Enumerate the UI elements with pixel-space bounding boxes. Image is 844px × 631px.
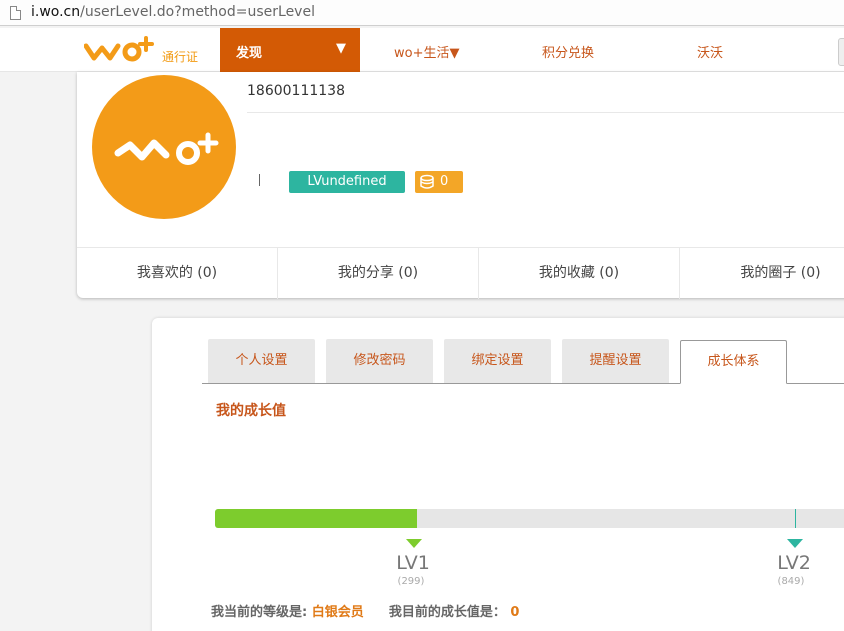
user-phone: 18600111138 (247, 83, 345, 99)
level-badge[interactable]: LVundefined (289, 171, 405, 193)
stat-favorites[interactable]: 我的收藏 (0) (479, 248, 680, 299)
wo-logo-icon (83, 36, 154, 62)
lv2-label: LV2 (777, 552, 811, 574)
profile-card: 18600111138 LVundefined 0 我喜欢的 (0) 我的分享 … (77, 72, 844, 299)
url-host: i.wo.cn (31, 4, 81, 20)
page-icon (10, 6, 21, 20)
tab-reminder-settings[interactable]: 提醒设置 (562, 339, 669, 383)
discover-menu-button[interactable]: 发现 ▼ (220, 28, 360, 72)
wo-logo[interactable]: 通行证 (83, 32, 204, 68)
separator (259, 174, 260, 186)
lv2-points: (849) (777, 576, 805, 587)
lv1-label: LV1 (396, 552, 430, 574)
address-bar[interactable]: i.wo.cn/userLevel.do?method=userLevel (0, 0, 844, 26)
stat-likes[interactable]: 我喜欢的 (0) (77, 248, 278, 299)
section-title: 我的成长值 (216, 403, 286, 419)
stat-shares[interactable]: 我的分享 (0) (278, 248, 479, 299)
lv1-marker-icon (406, 539, 422, 548)
stat-circles[interactable]: 我的圈子 (0) (680, 248, 844, 299)
nav-item-points-exchange[interactable]: 积分兑换 (542, 42, 594, 61)
lv1-points: (299) (397, 576, 425, 587)
growth-progress-fill (215, 509, 417, 528)
stats-bar: 我喜欢的 (0) 我的分享 (0) 我的收藏 (0) 我的圈子 (0) (77, 247, 844, 299)
url-text[interactable]: i.wo.cn/userLevel.do?method=userLevel (31, 4, 315, 20)
nav-item-wowo[interactable]: 沃沃 (697, 42, 723, 61)
tab-change-password[interactable]: 修改密码 (326, 339, 433, 383)
tab-binding-settings[interactable]: 绑定设置 (444, 339, 551, 383)
coin-badge[interactable]: 0 (415, 171, 463, 193)
discover-label: 发现 (236, 46, 263, 61)
tab-growth-system[interactable]: 成长体系 (680, 340, 787, 384)
current-value: 0 (510, 605, 520, 620)
chevron-down-icon: ▼ (336, 41, 346, 56)
coin-count: 0 (440, 174, 449, 189)
top-nav: 通行证 发现 ▼ wo+生活▼ 积分兑换 沃沃 (0, 28, 844, 72)
settings-panel: 个人设置 修改密码 绑定设置 提醒设置 成长体系 我的成长值 LV1 (299)… (152, 318, 844, 631)
logo-subtitle: 通行证 (162, 50, 199, 64)
tab-personal-settings[interactable]: 个人设置 (208, 339, 315, 383)
current-level-prefix: 我当前的等级是: (211, 605, 308, 620)
lv2-tick (795, 509, 796, 528)
nav-right-control[interactable] (838, 38, 844, 66)
url-path: /userLevel.do?method=userLevel (80, 4, 315, 20)
current-value-prefix: 我目前的成长值是： (388, 605, 506, 620)
divider (247, 112, 844, 113)
nav-item-wo-life[interactable]: wo+生活▼ (394, 42, 459, 61)
lv2-marker-icon (787, 539, 803, 548)
avatar[interactable] (92, 75, 236, 219)
current-status: 我当前的等级是: 白银会员 我目前的成长值是： 0 (211, 601, 519, 620)
current-level: 白银会员 (311, 605, 364, 620)
wo-avatar-icon (114, 132, 219, 165)
coins-icon (420, 174, 434, 189)
